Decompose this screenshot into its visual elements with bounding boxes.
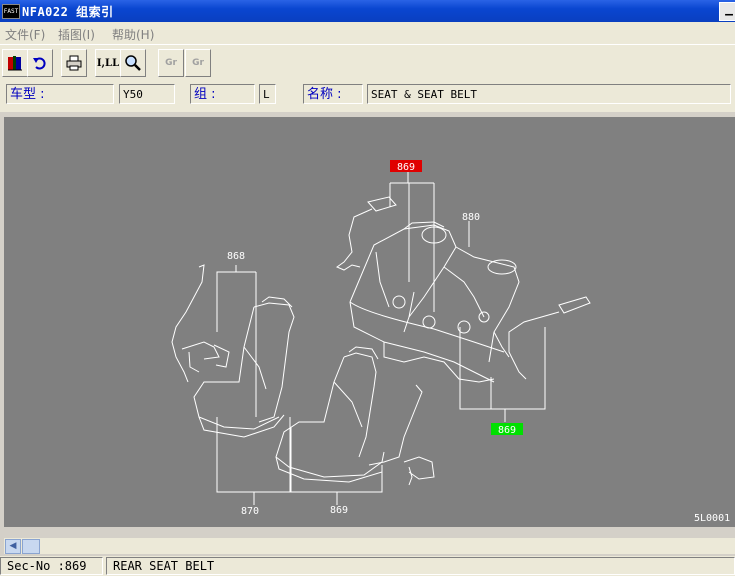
group-label: 组 : [190, 84, 255, 104]
next-group-icon: Gr [192, 58, 204, 68]
next-group-button[interactable]: Gr [185, 49, 211, 77]
front-belt-left-drawing [171, 264, 230, 383]
undo-button[interactable] [27, 49, 53, 77]
menu-help[interactable]: 帮助(H) [112, 26, 154, 43]
print-icon [66, 55, 82, 71]
callout-869-green[interactable]: 869 [498, 425, 516, 436]
callout-870[interactable]: 870 [241, 506, 259, 517]
index-list-icon: I,LL [96, 57, 120, 69]
section-description: REAR SEAT BELT [106, 557, 735, 575]
print-button[interactable] [61, 49, 87, 77]
name-label: 名称 : [303, 84, 363, 104]
menu-illustration[interactable]: 插图(I) [58, 26, 95, 43]
front-seat-left-drawing [193, 296, 295, 438]
toolbar: I,LL Gr Gr [0, 44, 735, 81]
model-label: 车型 : [6, 84, 114, 104]
scroll-left-button[interactable]: ◀ [5, 539, 21, 554]
callout-880[interactable]: 880 [462, 212, 480, 223]
illustration-canvas[interactable]: 869 880 868 869 870 869 5L0001 [4, 117, 735, 527]
open-book-icon [8, 56, 22, 71]
rear-belt-right-drawing [493, 296, 591, 380]
diagram-code: 5L0001 [694, 513, 730, 524]
open-book-button[interactable] [2, 49, 28, 77]
name-value: SEAT & SEAT BELT [367, 84, 731, 104]
menu-bar: 文件(F) 插图(I) 帮助(H) [0, 22, 735, 44]
prev-group-button[interactable]: Gr [158, 49, 184, 77]
horizontal-scrollbar[interactable]: ◀ [4, 537, 735, 554]
callout-leaders [216, 172, 546, 505]
menu-file[interactable]: 文件(F) [5, 26, 45, 43]
front-seat-right-drawing [275, 346, 385, 483]
minimize-button[interactable]: ▁ [719, 2, 735, 21]
status-bar: Sec-No :869 REAR SEAT BELT [0, 556, 735, 576]
model-value: Y50 [119, 84, 175, 104]
window-title: NFA022 组索引 [22, 5, 114, 19]
zoom-button[interactable] [120, 49, 146, 77]
callout-869-bottom[interactable]: 869 [330, 505, 348, 516]
seat-diagram: 869 880 868 869 870 869 5L0001 [171, 160, 730, 524]
group-value: L [259, 84, 276, 104]
callout-869-top[interactable]: 869 [397, 162, 415, 173]
callout-868[interactable]: 868 [227, 251, 245, 262]
app-icon: FAST [2, 4, 20, 19]
index-list-button[interactable]: I,LL [95, 49, 121, 77]
rear-belt-left-drawing [335, 196, 397, 271]
scroll-thumb[interactable] [22, 539, 40, 554]
front-belt-right-drawing [368, 384, 435, 486]
section-number: Sec-No :869 [0, 557, 103, 575]
prev-group-icon: Gr [165, 58, 177, 68]
zoom-icon [125, 55, 141, 71]
title-bar: FAST NFA022 组索引 ▁ [0, 0, 735, 22]
undo-icon [33, 57, 46, 70]
